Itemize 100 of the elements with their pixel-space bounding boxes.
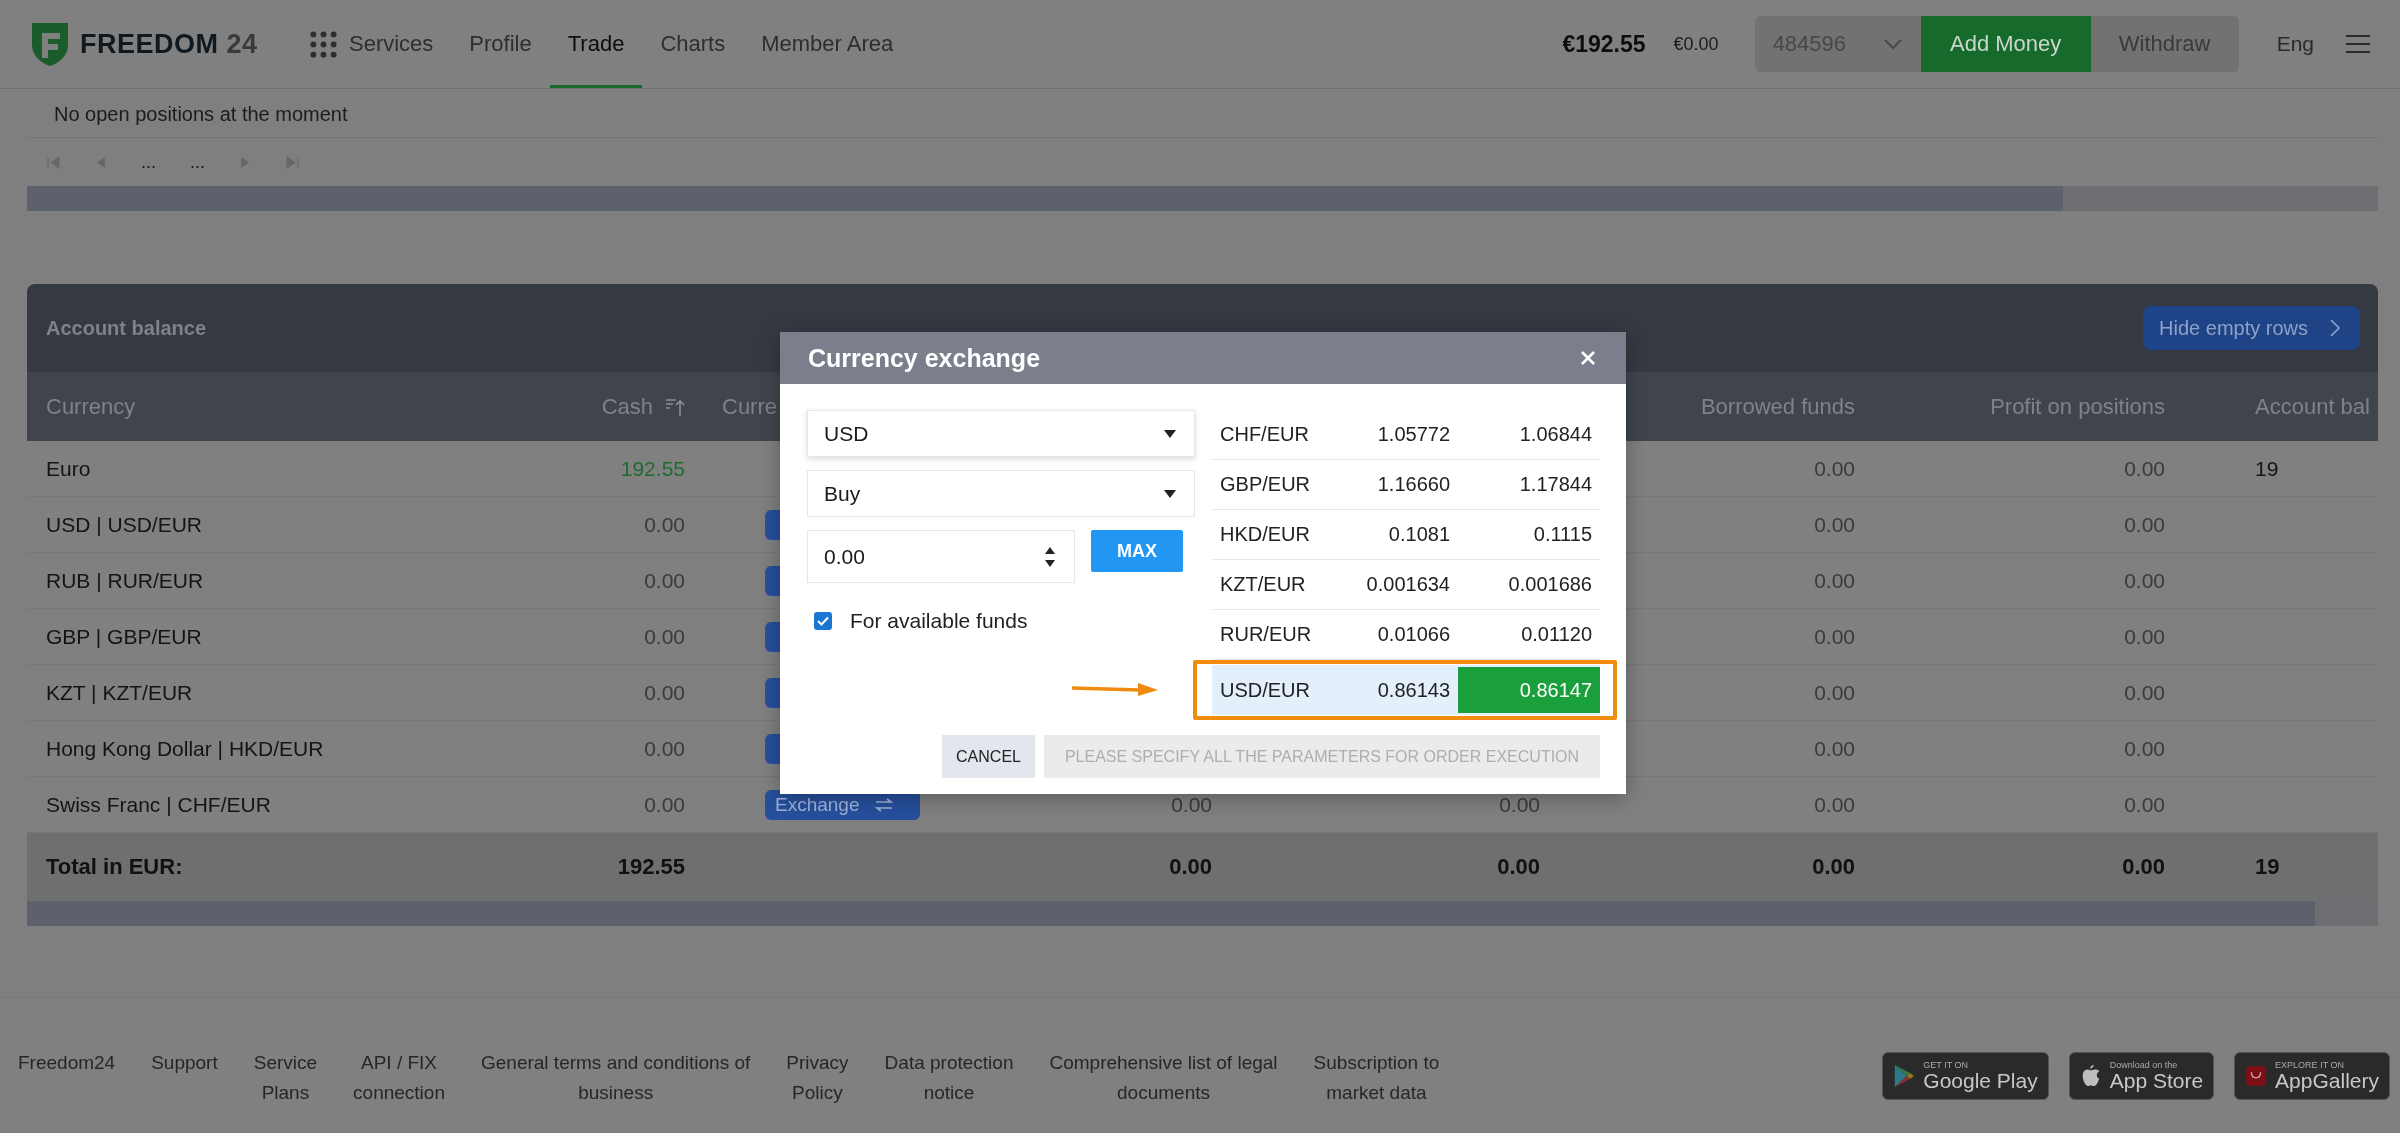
footer-link[interactable]: Support: [151, 1048, 218, 1108]
bid-price: 0.01066: [1376, 622, 1451, 647]
chevron-down-icon: [1882, 38, 1903, 50]
rate-pair: CHF/EUR: [1219, 423, 1310, 446]
max-button[interactable]: MAX: [1091, 530, 1183, 572]
table-cell: GBP | GBP/EUR: [46, 624, 202, 649]
language-selector[interactable]: Eng: [2276, 32, 2314, 56]
sort-icon[interactable]: [665, 396, 685, 417]
table-cell: Hong Kong Dollar | HKD/EUR: [46, 736, 324, 761]
rate-pair: GBP/EUR: [1219, 473, 1312, 496]
nav-link[interactable]: Profile: [451, 3, 550, 88]
bid-price: 0.001634: [1365, 572, 1451, 597]
table-cell: 0.00: [1814, 736, 1855, 761]
page-ellipsis: ...: [141, 151, 156, 173]
dialog-title: Currency exchange: [808, 343, 1041, 373]
table-cell: RUB | RUR/EUR: [46, 568, 204, 593]
bid-price: 0.1081: [1387, 522, 1451, 547]
table-cell: 0.00: [644, 512, 685, 537]
table-cell: 0.00: [644, 568, 685, 593]
store-badge[interactable]: EXPLORE IT ON AppGallery: [2234, 1052, 2390, 1100]
ask-price: 0.001686: [1507, 572, 1593, 597]
logo-wordmark[interactable]: FREEDOM 24: [80, 28, 258, 60]
chevron-right-icon: [2330, 319, 2340, 337]
amount-field[interactable]: 0.00: [807, 530, 1075, 583]
ask-price: 0.1115: [1532, 522, 1593, 547]
hide-empty-rows-button[interactable]: Hide empty rows: [2143, 306, 2360, 350]
ask-price: 0.86147: [1458, 667, 1600, 713]
page-ellipsis: ...: [190, 151, 206, 173]
menu-icon[interactable]: [2346, 35, 2370, 53]
store-name: Google Play: [1923, 1070, 2038, 1092]
column-header: Currency: [46, 393, 136, 420]
store-badge[interactable]: Download on the App Store: [2068, 1052, 2215, 1100]
play-triangle-icon: [1893, 1063, 1916, 1089]
balance-amount: €192.55: [1562, 30, 1646, 58]
table-cell: 0.00: [644, 680, 685, 705]
table-cell: 0.00: [2124, 568, 2165, 593]
table-cell: 0.00: [644, 624, 685, 649]
table-cell: 192.55: [620, 456, 685, 481]
column-header: Profit on positions: [1990, 393, 2165, 420]
add-money-button[interactable]: Add Money: [1920, 16, 2091, 72]
ask-price: 0.01120: [1520, 622, 1593, 647]
footer-link[interactable]: Data protection notice: [884, 1048, 1014, 1108]
table-cell: 0.00: [1171, 792, 1212, 817]
checkbox-label: For available funds: [850, 609, 1028, 633]
services-menu[interactable]: Services: [292, 3, 452, 88]
empty-message: No open positions at the moment: [27, 92, 2378, 138]
store-badge[interactable]: GET IT ON Google Play: [1882, 1052, 2049, 1100]
table-cell: KZT | KZT/EUR: [46, 680, 193, 705]
rate-row[interactable]: USD/EUR 0.86143 0.86147: [1212, 665, 1600, 715]
table-cell: 0.00: [1814, 680, 1855, 705]
rate-pair: HKD/EUR: [1219, 523, 1311, 546]
footer-link[interactable]: General terms and conditions of business: [481, 1048, 751, 1108]
checkbox[interactable]: [814, 612, 832, 630]
cancel-button[interactable]: CANCEL: [942, 735, 1035, 778]
table-cell: 0.00: [2124, 624, 2165, 649]
nav-link[interactable]: Charts: [642, 3, 744, 88]
table-cell: 0.00: [1814, 456, 1855, 481]
table-cell: 0.00: [2124, 736, 2165, 761]
store-caption: EXPLORE IT ON: [2275, 1060, 2345, 1070]
store-name: AppGallery: [2275, 1070, 2379, 1092]
shield-logo-icon: [30, 21, 70, 67]
grid-icon: [310, 30, 337, 58]
dropdown-arrow-icon: [1164, 489, 1176, 498]
rate-row[interactable]: RUR/EUR 0.01066 0.01120: [1212, 610, 1600, 660]
bid-price: 0.86143: [1376, 677, 1451, 703]
rate-row[interactable]: CHF/EUR 1.05772 1.06844: [1212, 410, 1600, 460]
first-page-icon[interactable]: [47, 155, 60, 169]
card-title: Account balance: [46, 316, 207, 340]
last-page-icon[interactable]: [286, 155, 300, 169]
column-header: Account bal: [2255, 393, 2370, 420]
total-cell: 192.55: [617, 854, 685, 880]
currency-select[interactable]: USD: [807, 410, 1195, 457]
ask-price: 1.17844: [1518, 472, 1593, 497]
column-header: Curre: [722, 393, 777, 420]
table-cell: USD | USD/EUR: [46, 512, 202, 537]
rate-row[interactable]: HKD/EUR 0.1081 0.1115: [1212, 510, 1600, 560]
table-cell: 0.00: [1814, 512, 1855, 537]
footer-link[interactable]: Comprehensive list of legal documents: [1049, 1048, 1278, 1108]
rate-pair: RUR/EUR: [1219, 623, 1313, 646]
footer-link[interactable]: Service Plans: [253, 1048, 318, 1108]
total-cell: 0.00: [1169, 854, 1212, 880]
rate-pair: KZT/EUR: [1219, 573, 1307, 596]
nav-link[interactable]: Member Area: [743, 3, 912, 88]
footer-link[interactable]: Freedom24: [18, 1048, 116, 1108]
footer-link[interactable]: Subscription to market data: [1313, 1048, 1440, 1108]
table-cell: 0.00: [2124, 680, 2165, 705]
footer-link[interactable]: API / FIX connection: [353, 1048, 445, 1108]
total-cell: 0.00: [1812, 854, 1855, 880]
table-cell: Euro: [46, 456, 91, 481]
close-icon[interactable]: [1580, 350, 1596, 366]
table-cell: 0.00: [2124, 792, 2165, 817]
withdraw-button[interactable]: Withdraw: [2090, 16, 2239, 72]
nav-link[interactable]: Trade: [549, 3, 643, 88]
total-cell: 19: [2255, 854, 2280, 880]
previous-page-icon[interactable]: [94, 155, 107, 169]
rate-row[interactable]: GBP/EUR 1.16660 1.17844: [1212, 460, 1600, 510]
rate-row[interactable]: KZT/EUR 0.001634 0.001686: [1212, 560, 1600, 610]
side-select[interactable]: Buy: [807, 470, 1195, 517]
footer-link[interactable]: Privacy Policy: [786, 1048, 849, 1108]
column-header: Cash: [601, 393, 653, 420]
